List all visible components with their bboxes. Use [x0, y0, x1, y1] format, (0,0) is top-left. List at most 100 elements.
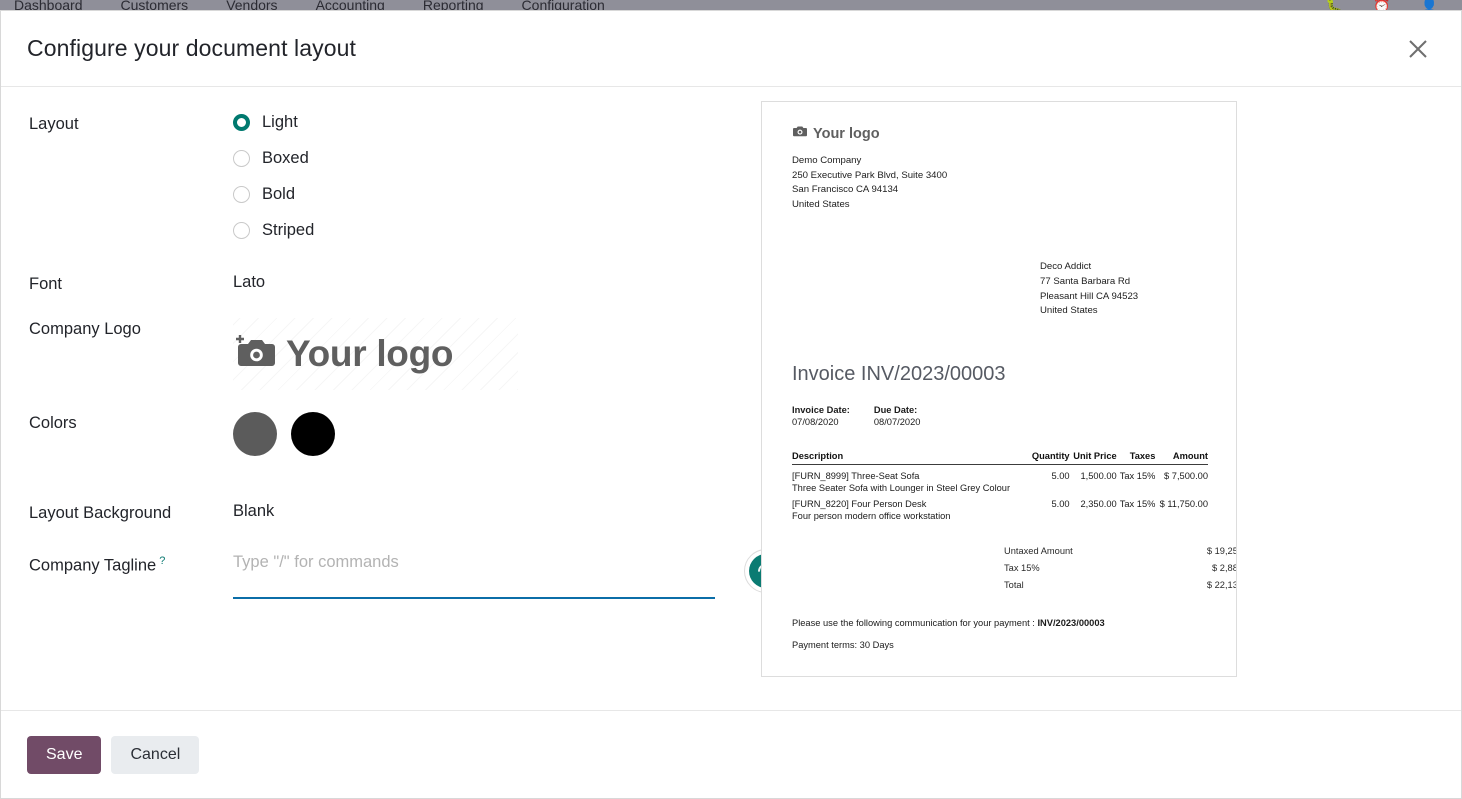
field-layout-background: Layout Background Blank: [1, 502, 741, 523]
customer-address-line: Deco Addict: [1040, 261, 1092, 273]
font-select[interactable]: Lato: [233, 273, 741, 292]
cell-taxes: Tax 15%: [1119, 470, 1156, 481]
dialog-body: Layout Light Boxed Bold Striped Font Lat…: [1, 87, 1461, 710]
color-swatch-primary[interactable]: [233, 412, 277, 456]
due-date-label: Due Date:: [873, 404, 918, 415]
field-font: Font Lato: [1, 273, 741, 294]
field-company-tagline: Company Tagline? Type "/" for commands: [1, 549, 788, 599]
radio-label-boxed: Boxed: [262, 149, 309, 167]
preview-dates: Invoice Date: 07/08/2020 Due Date: 08/07…: [792, 405, 1208, 427]
radio-label-striped: Striped: [262, 221, 315, 239]
preview-invoice-date: Invoice Date: 07/08/2020: [792, 405, 850, 427]
customer-address-line: 77 Santa Barbara Rd: [1040, 275, 1131, 287]
cell-quantity: 5.00: [1051, 498, 1070, 509]
company-tagline-placeholder: Type "/" for commands: [233, 553, 399, 571]
preview-customer-address: Deco Addict 77 Santa Barbara Rd Pleasant…: [1040, 260, 1208, 318]
radio-option-light[interactable]: Light: [233, 113, 741, 132]
field-colors: Colors: [1, 412, 741, 456]
line-subdescription: Four person modern office workstation: [792, 510, 951, 521]
dialog-footer: Save Cancel: [1, 710, 1461, 798]
radio-option-boxed[interactable]: Boxed: [233, 149, 741, 168]
radio-dot-bold: [233, 186, 250, 203]
tax-label: Tax 15%: [1004, 563, 1040, 574]
preview-logo: Your logo: [792, 124, 1208, 143]
total-row-tax: Tax 15% $ 2,887.50: [1004, 560, 1237, 577]
invoice-date-value: 07/08/2020: [792, 416, 839, 427]
total-value: $ 22,137.50: [1206, 580, 1236, 591]
radio-dot-boxed: [233, 150, 250, 167]
layout-radio-group: Light Boxed Bold Striped: [233, 113, 741, 240]
field-layout: Layout Light Boxed Bold Striped: [1, 113, 741, 240]
payment-communication-ref: INV/2023/00003: [1037, 617, 1105, 628]
col-header-quantity: Quantity: [1028, 450, 1070, 465]
color-swatch-secondary[interactable]: [291, 412, 335, 456]
camera-icon: [792, 124, 808, 143]
dialog-header: Configure your document layout: [1, 11, 1461, 87]
cell-description: [FURN_8999] Three-Seat Sofa Three Seater…: [792, 464, 1029, 493]
customer-address-line: Pleasant Hill CA 94523: [1040, 290, 1139, 302]
color-swatches: [233, 412, 741, 456]
due-date-value: 08/07/2020: [873, 416, 921, 427]
tax-value: $ 2,887.50: [1212, 563, 1237, 574]
close-icon[interactable]: [1401, 32, 1435, 66]
cell-taxes: Tax 15%: [1119, 498, 1156, 509]
company-tagline-input[interactable]: Type "/" for commands: [233, 549, 788, 599]
cell-unit-price: 1,500.00: [1080, 470, 1117, 481]
invoice-date-label: Invoice Date:: [792, 404, 850, 415]
cancel-button[interactable]: Cancel: [111, 735, 200, 774]
line-description: [FURN_8220] Four Person Desk: [792, 498, 927, 509]
table-row: [FURN_8220] Four Person Desk Four person…: [792, 493, 1208, 521]
total-row-total: Total $ 22,137.50: [1004, 577, 1236, 594]
preview-logo-text: Your logo: [813, 125, 880, 142]
cell-amount: $ 7,500.00: [1164, 470, 1208, 481]
field-layout-background-label: Layout Background: [29, 504, 172, 522]
payment-terms-line: Payment terms: 30 Days: [792, 639, 894, 650]
untaxed-value: $ 19,250.00: [1206, 546, 1236, 557]
table-header-row: Description Quantity Unit Price Taxes Am…: [792, 450, 1208, 465]
company-address-line: 250 Executive Park Blvd, Suite 3400: [792, 169, 948, 181]
configure-document-layout-dialog: Configure your document layout Layout Li…: [0, 10, 1462, 799]
cell-description: [FURN_8220] Four Person Desk Four person…: [792, 493, 1029, 521]
radio-option-striped[interactable]: Striped: [233, 221, 741, 240]
preview-company-address: Demo Company 250 Executive Park Blvd, Su…: [792, 154, 1208, 212]
company-logo-upload[interactable]: Your logo: [233, 318, 518, 390]
company-address-line: United States: [792, 198, 850, 210]
field-company-logo: Company Logo Your logo: [1, 318, 741, 390]
save-button[interactable]: Save: [27, 735, 102, 774]
field-company-tagline-label-text: Company Tagline: [29, 556, 157, 575]
line-subdescription: Three Seater Sofa with Lounger in Steel …: [792, 482, 1011, 493]
untaxed-label: Untaxed Amount: [1004, 546, 1073, 557]
table-body: [FURN_8999] Three-Seat Sofa Three Seater…: [792, 464, 1208, 521]
document-preview-panel: Your logo Demo Company 250 Executive Par…: [741, 87, 1461, 710]
add-photo-icon: [233, 333, 277, 376]
field-company-logo-label: Company Logo: [29, 320, 141, 338]
radio-option-bold[interactable]: Bold: [233, 185, 741, 204]
preview-totals: Untaxed Amount $ 19,250.00 Tax 15% $ 2,8…: [1004, 543, 1237, 594]
field-company-tagline-label: Company Tagline?: [29, 553, 233, 576]
radio-dot-light: [233, 114, 250, 131]
payment-communication-prefix: Please use the following communication f…: [792, 617, 1038, 628]
field-colors-label: Colors: [29, 414, 77, 432]
invoice-preview-sheet: Your logo Demo Company 250 Executive Par…: [761, 101, 1237, 677]
preview-footer-notes: Please use the following communication f…: [792, 618, 1208, 650]
layout-background-select[interactable]: Blank: [233, 502, 741, 521]
dialog-title: Configure your document layout: [27, 35, 357, 61]
total-label: Total: [1004, 580, 1024, 591]
radio-label-light: Light: [262, 113, 298, 131]
col-header-unit-price: Unit Price: [1069, 450, 1117, 465]
radio-label-bold: Bold: [262, 185, 296, 203]
col-header-description: Description: [792, 450, 1029, 465]
customer-address-line: United States: [1040, 305, 1098, 317]
col-header-amount: Amount: [1155, 450, 1208, 465]
help-icon[interactable]: ?: [159, 555, 165, 567]
cell-quantity: 5.00: [1051, 470, 1070, 481]
radio-dot-striped: [233, 222, 250, 239]
payment-communication-line: Please use the following communication f…: [792, 618, 1208, 628]
company-logo-placeholder-text: Your logo: [286, 333, 454, 374]
col-header-taxes: Taxes: [1116, 450, 1156, 465]
preview-line-items-table: Description Quantity Unit Price Taxes Am…: [792, 450, 1208, 521]
field-font-label: Font: [29, 275, 63, 293]
company-address-line: Demo Company: [792, 155, 862, 166]
cell-amount: $ 11,750.00: [1159, 498, 1208, 509]
field-layout-label: Layout: [29, 115, 79, 133]
